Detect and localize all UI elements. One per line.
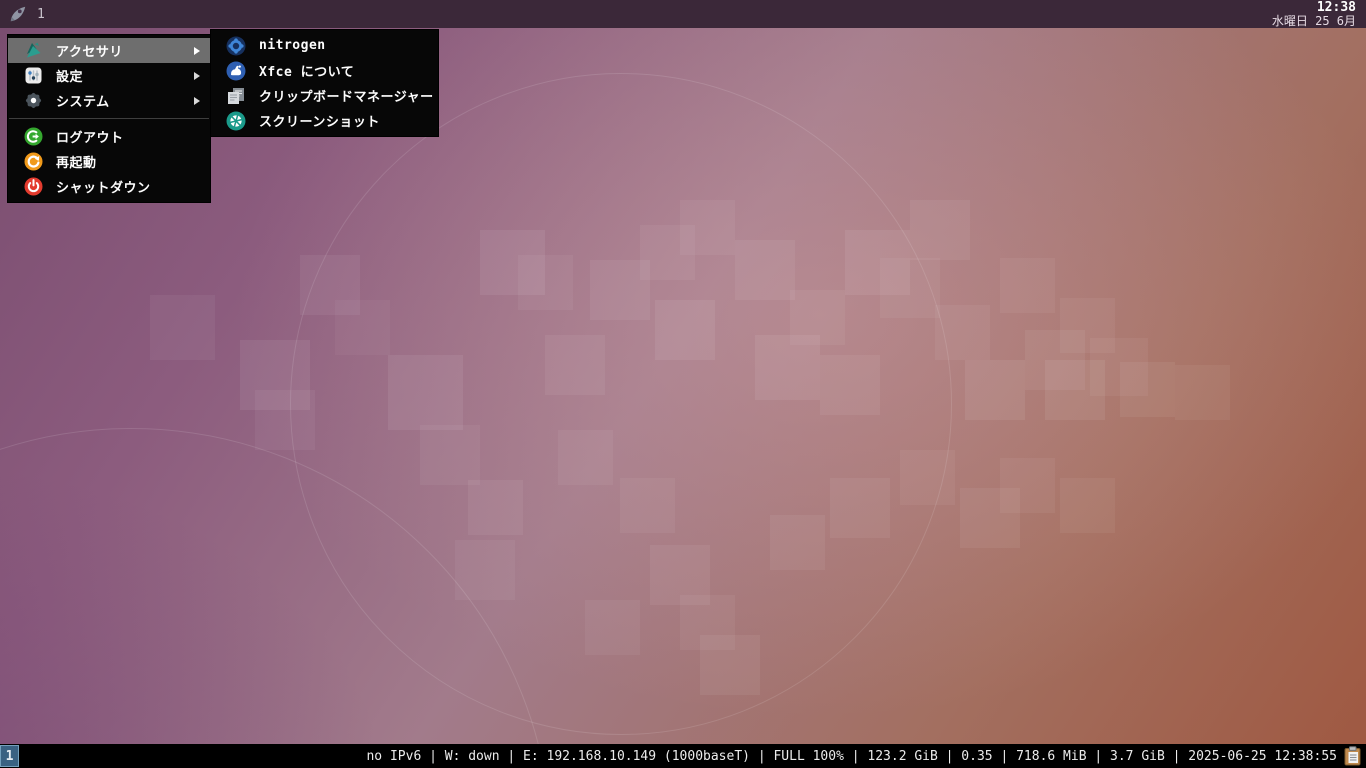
clipboard-tray-icon[interactable] <box>1344 746 1362 766</box>
menu-item-logout[interactable]: ログアウト <box>8 124 210 149</box>
restart-icon <box>23 152 43 172</box>
clock-time: 12:38 <box>1316 0 1356 15</box>
submenu-item-label: Xfce について <box>259 65 355 80</box>
clipboard-manager-icon <box>226 86 246 106</box>
system-status-text: no IPv6 | W: down | E: 192.168.10.149 (1… <box>366 748 1337 764</box>
xfce-mouse-icon <box>226 61 246 81</box>
menu-item-settings[interactable]: 設定 <box>8 63 210 88</box>
submenu-item-label: スクリーンショット <box>259 115 380 130</box>
accessories-icon <box>23 41 43 61</box>
rocket-launcher-icon[interactable] <box>8 4 28 24</box>
submenu-arrow-icon <box>194 71 200 80</box>
screenshot-icon <box>226 111 246 131</box>
top-pager-label[interactable]: 1 <box>37 7 45 22</box>
menu-item-accessories[interactable]: アクセサリ <box>8 38 210 63</box>
shutdown-icon <box>23 177 43 197</box>
submenu-arrow-icon <box>194 46 200 55</box>
settings-icon <box>23 66 43 86</box>
submenu-item-nitrogen[interactable]: nitrogen <box>211 33 438 58</box>
menu-item-label: シャットダウン <box>56 181 151 196</box>
menu-item-label: 再起動 <box>56 156 97 171</box>
menu-item-shutdown[interactable]: シャットダウン <box>8 174 210 199</box>
application-menu: アクセサリ 設定 システム ログアウト 再起動 シャットダウン <box>8 35 210 202</box>
menu-item-system[interactable]: システム <box>8 88 210 113</box>
submenu-item-label: nitrogen <box>259 38 326 53</box>
menu-item-label: 設定 <box>56 70 84 85</box>
menu-item-label: ログアウト <box>56 131 124 146</box>
logout-icon <box>23 127 43 147</box>
nitrogen-icon <box>226 36 246 56</box>
clock-date: 水曜日 25 6月 <box>1271 13 1356 28</box>
bottom-status-bar: 1 no IPv6 | W: down | E: 192.168.10.149 … <box>0 744 1366 768</box>
accessories-submenu: nitrogen Xfce について クリップボードマネージャー スクリーンショ… <box>211 30 438 136</box>
submenu-arrow-icon <box>194 96 200 105</box>
menu-item-restart[interactable]: 再起動 <box>8 149 210 174</box>
top-panel: 1 12:38 水曜日 25 6月 <box>0 0 1366 28</box>
panel-clock: 12:38 水曜日 25 6月 <box>1272 1 1366 27</box>
submenu-item-screenshot[interactable]: スクリーンショット <box>211 108 438 133</box>
menu-separator <box>9 118 209 119</box>
menu-item-label: アクセサリ <box>56 45 123 60</box>
menu-item-label: システム <box>56 95 110 110</box>
submenu-item-clipboard-manager[interactable]: クリップボードマネージャー <box>211 83 438 108</box>
system-gear-icon <box>23 91 43 111</box>
submenu-item-about-xfce[interactable]: Xfce について <box>211 58 438 83</box>
submenu-item-label: クリップボードマネージャー <box>259 90 434 105</box>
workspace-indicator[interactable]: 1 <box>0 745 19 767</box>
